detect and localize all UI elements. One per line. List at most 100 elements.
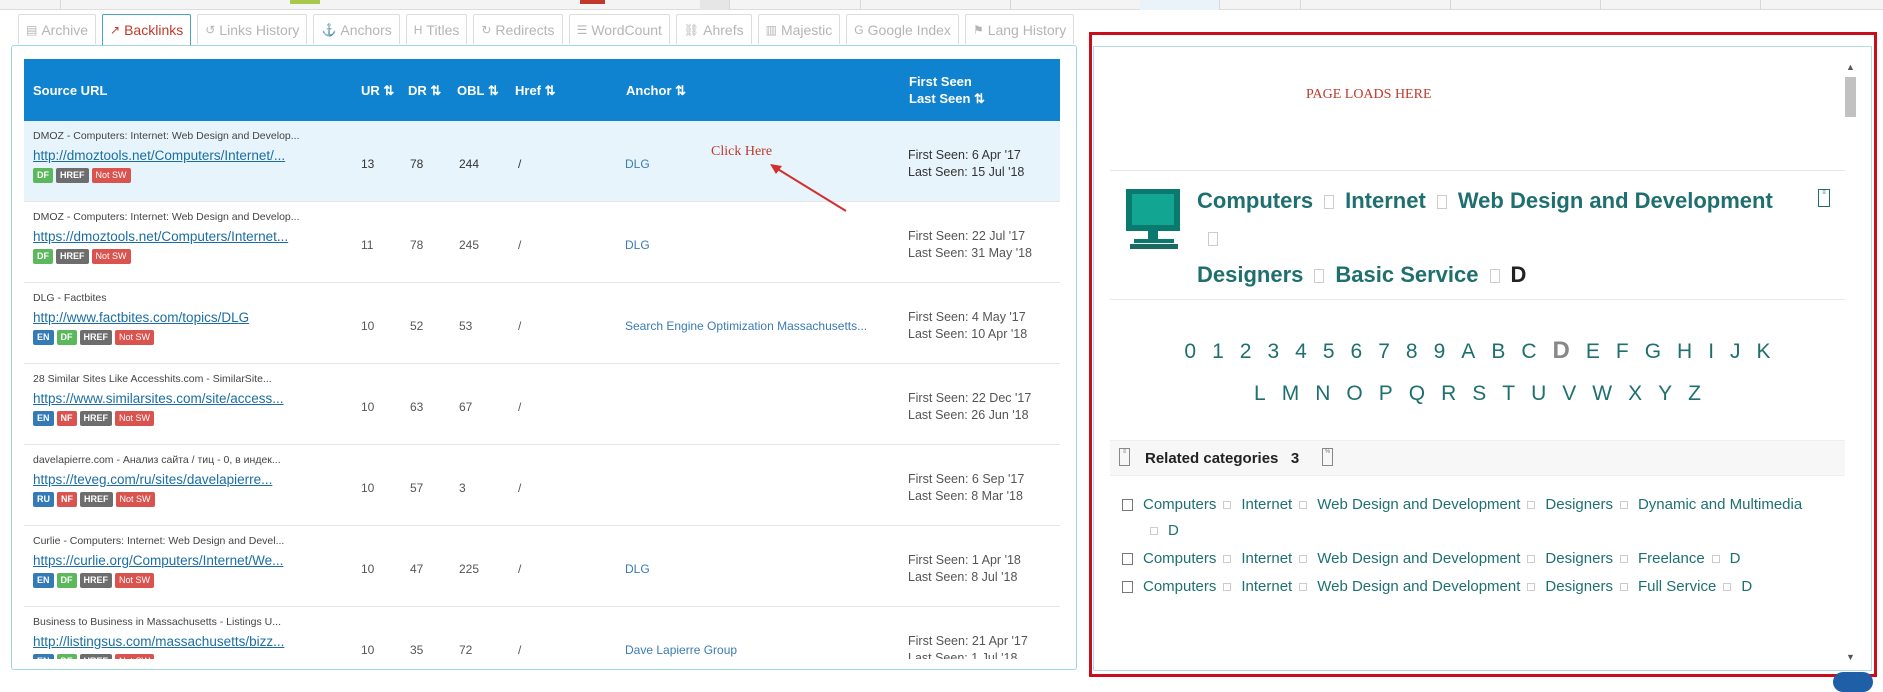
badge-en: EN [33, 573, 54, 588]
tab-majestic[interactable]: ▥ Majestic [757, 14, 841, 44]
tab-lang-history[interactable]: ⚑ Lang History [964, 14, 1075, 44]
alphabet-link-s[interactable]: S [1472, 373, 1486, 415]
last-seen-value: Last Seen: 8 Jul '18 [908, 570, 1018, 584]
scrollbar-thumb[interactable] [1845, 77, 1856, 117]
col-href[interactable]: Href ⇅ [515, 83, 556, 99]
alphabet-link-n[interactable]: N [1315, 373, 1330, 415]
tab-wordcount[interactable]: ☰ WordCount [568, 14, 670, 44]
path-separator-icon [1299, 555, 1308, 564]
alphabet-link-3[interactable]: 3 [1267, 331, 1279, 373]
badge-group: EN NF HREF Not SW [33, 411, 155, 426]
source-url-link[interactable]: https://curlie.org/Computers/Internet/We… [33, 553, 283, 568]
alphabet-link-k[interactable]: K [1757, 331, 1771, 373]
alphabet-link-j[interactable]: J [1730, 331, 1741, 373]
edit-icon[interactable]: ≡ [1818, 189, 1830, 207]
tab-redirects[interactable]: ↻ Redirects [473, 14, 563, 44]
alphabet-link-8[interactable]: 8 [1406, 331, 1418, 373]
alphabet-link-u[interactable]: U [1531, 373, 1546, 415]
col-last-seen[interactable]: Last Seen ⇅ [909, 91, 985, 107]
related-path-link[interactable]: Full Service [1638, 578, 1716, 595]
alphabet-link-g[interactable]: G [1645, 331, 1661, 373]
col-anchor[interactable]: Anchor ⇅ [626, 83, 686, 99]
computer-monitor-icon [1126, 189, 1180, 249]
alphabet-link-c[interactable]: C [1521, 331, 1536, 373]
source-url-link[interactable]: https://www.similarsites.com/site/access… [33, 391, 284, 406]
alphabet-link-0[interactable]: 0 [1184, 331, 1196, 373]
alphabet-link-x[interactable]: X [1628, 373, 1642, 415]
ur-value: 10 [361, 562, 375, 576]
alphabet-link-p[interactable]: P [1379, 373, 1393, 415]
alphabet-link-i[interactable]: I [1708, 331, 1714, 373]
alphabet-link-9[interactable]: 9 [1434, 331, 1446, 373]
alphabet-link-z[interactable]: Z [1688, 373, 1701, 415]
related-path-link[interactable]: Designers [1545, 550, 1613, 567]
alphabet-link-v[interactable]: V [1562, 373, 1576, 415]
related-path-link[interactable]: Computers [1143, 496, 1216, 513]
alphabet-link-q[interactable]: Q [1409, 373, 1425, 415]
related-path-link[interactable]: Computers [1143, 578, 1216, 595]
alphabet-link-1[interactable]: 1 [1212, 331, 1224, 373]
col-dr[interactable]: DR ⇅ [408, 83, 441, 99]
related-path-link[interactable]: Web Design and Development [1317, 496, 1520, 513]
alphabet-link-7[interactable]: 7 [1378, 331, 1390, 373]
breadcrumb-internet[interactable]: Internet [1345, 188, 1426, 213]
related-path-link[interactable]: Internet [1241, 496, 1292, 513]
col-obl[interactable]: OBL ⇅ [457, 83, 499, 99]
first-seen-value: First Seen: 6 Sep '17 [908, 472, 1025, 486]
related-path-link[interactable]: Freelance [1638, 550, 1705, 567]
alphabet-link-t[interactable]: T [1502, 373, 1515, 415]
breadcrumb-computers[interactable]: Computers [1197, 188, 1313, 213]
tab-titles[interactable]: H Titles [405, 14, 468, 44]
source-url-link[interactable]: http://listingsus.com/massachusetts/bizz… [33, 634, 284, 649]
related-path-link[interactable]: Web Design and Development [1317, 550, 1520, 567]
preview-scrollbar[interactable]: ▲ ▼ [1843, 62, 1858, 662]
source-url-link[interactable]: https://dmoztools.net/Computers/Internet… [33, 229, 288, 244]
alphabet-link-5[interactable]: 5 [1323, 331, 1335, 373]
chat-widget-button[interactable] [1833, 672, 1873, 692]
table-row: DMOZ - Computers: Internet: Web Design a… [24, 121, 1060, 202]
source-url-link[interactable]: http://dmoztools.net/Computers/Internet/… [33, 148, 285, 163]
alphabet-link-m[interactable]: M [1282, 373, 1300, 415]
alphabet-link-w[interactable]: W [1592, 373, 1612, 415]
breadcrumb-basic-service[interactable]: Basic Service [1335, 262, 1478, 287]
alphabet-link-y[interactable]: Y [1658, 373, 1672, 415]
source-title: DMOZ - Computers: Internet: Web Design a… [33, 211, 300, 223]
alphabet-link-6[interactable]: 6 [1351, 331, 1363, 373]
source-url-link[interactable]: https://teveg.com/ru/sites/davelapierre.… [33, 472, 272, 487]
path-separator-icon [1299, 583, 1308, 592]
tab-google-index[interactable]: G Google Index [846, 14, 959, 44]
tab-anchors[interactable]: ⚓ Anchors [313, 14, 400, 44]
col-ur[interactable]: UR ⇅ [361, 83, 394, 99]
tab-ahrefs[interactable]: ⛓ Ahrefs [675, 14, 752, 44]
alphabet-link-2[interactable]: 2 [1240, 331, 1252, 373]
obl-value: 245 [459, 238, 480, 252]
related-path-link[interactable]: Designers [1545, 496, 1613, 513]
tab-links-history[interactable]: ↺ Links History [197, 14, 308, 44]
breadcrumb-web-design[interactable]: Web Design and Development [1458, 188, 1773, 213]
alphabet-link-o[interactable]: O [1346, 373, 1362, 415]
source-url-link[interactable]: http://www.factbites.com/topics/DLG [33, 310, 249, 325]
related-path-link[interactable]: Computers [1143, 550, 1216, 567]
alphabet-link-4[interactable]: 4 [1295, 331, 1307, 373]
breadcrumb-designers[interactable]: Designers [1197, 262, 1303, 287]
related-path-link[interactable]: Internet [1241, 550, 1292, 567]
scroll-up-icon[interactable]: ▲ [1843, 62, 1858, 72]
alphabet-link-b[interactable]: B [1491, 331, 1505, 373]
alphabet-link-a[interactable]: A [1461, 331, 1475, 373]
scroll-down-icon[interactable]: ▼ [1843, 652, 1858, 662]
alphabet-link-e[interactable]: E [1586, 331, 1600, 373]
alphabet-link-f[interactable]: F [1616, 331, 1629, 373]
alphabet-link-h[interactable]: H [1677, 331, 1692, 373]
alphabet-link-d[interactable]: D [1553, 330, 1570, 372]
related-path-link[interactable]: Designers [1545, 578, 1613, 595]
related-path-link[interactable]: Dynamic and Multimedia [1638, 496, 1802, 513]
related-path-link[interactable]: Web Design and Development [1317, 578, 1520, 595]
related-category-item: Computers Internet Web Design and Developm… [1122, 574, 1823, 600]
alphabet-link-l[interactable]: L [1254, 373, 1266, 415]
alphabet-link-r[interactable]: R [1441, 373, 1456, 415]
related-letter: D [1729, 550, 1741, 567]
related-path-link[interactable]: Internet [1241, 578, 1292, 595]
tab-archive[interactable]: ▤ Archive [18, 14, 97, 44]
tab-backlinks[interactable]: ↗ Backlinks [102, 14, 192, 45]
col-source-url[interactable]: Source URL [33, 83, 107, 98]
